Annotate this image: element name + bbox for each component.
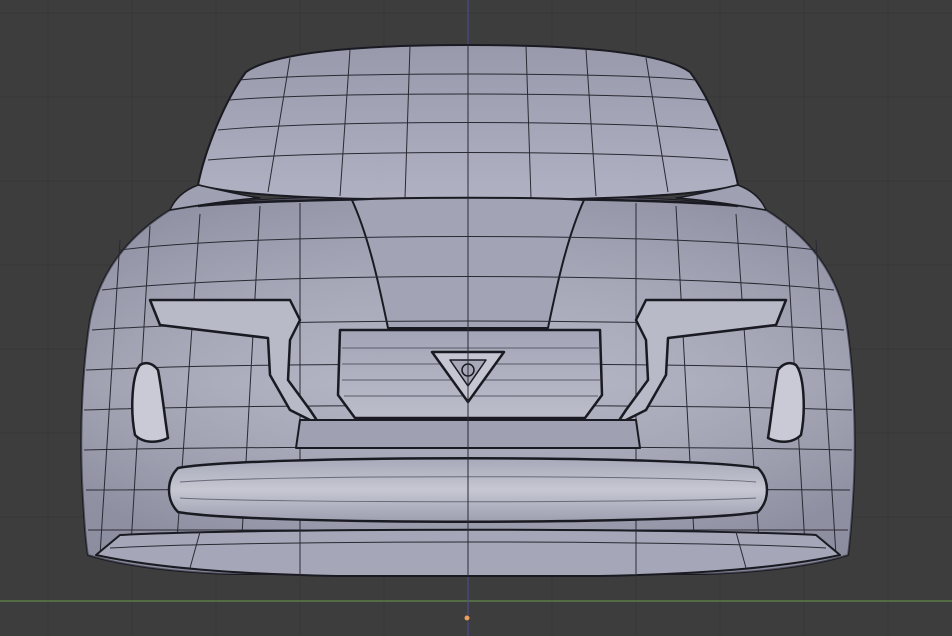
3d-viewport[interactable] — [0, 0, 952, 636]
viewport-canvas[interactable] — [0, 0, 952, 636]
car-model[interactable] — [80, 44, 856, 577]
object-origin-icon[interactable] — [463, 614, 471, 622]
